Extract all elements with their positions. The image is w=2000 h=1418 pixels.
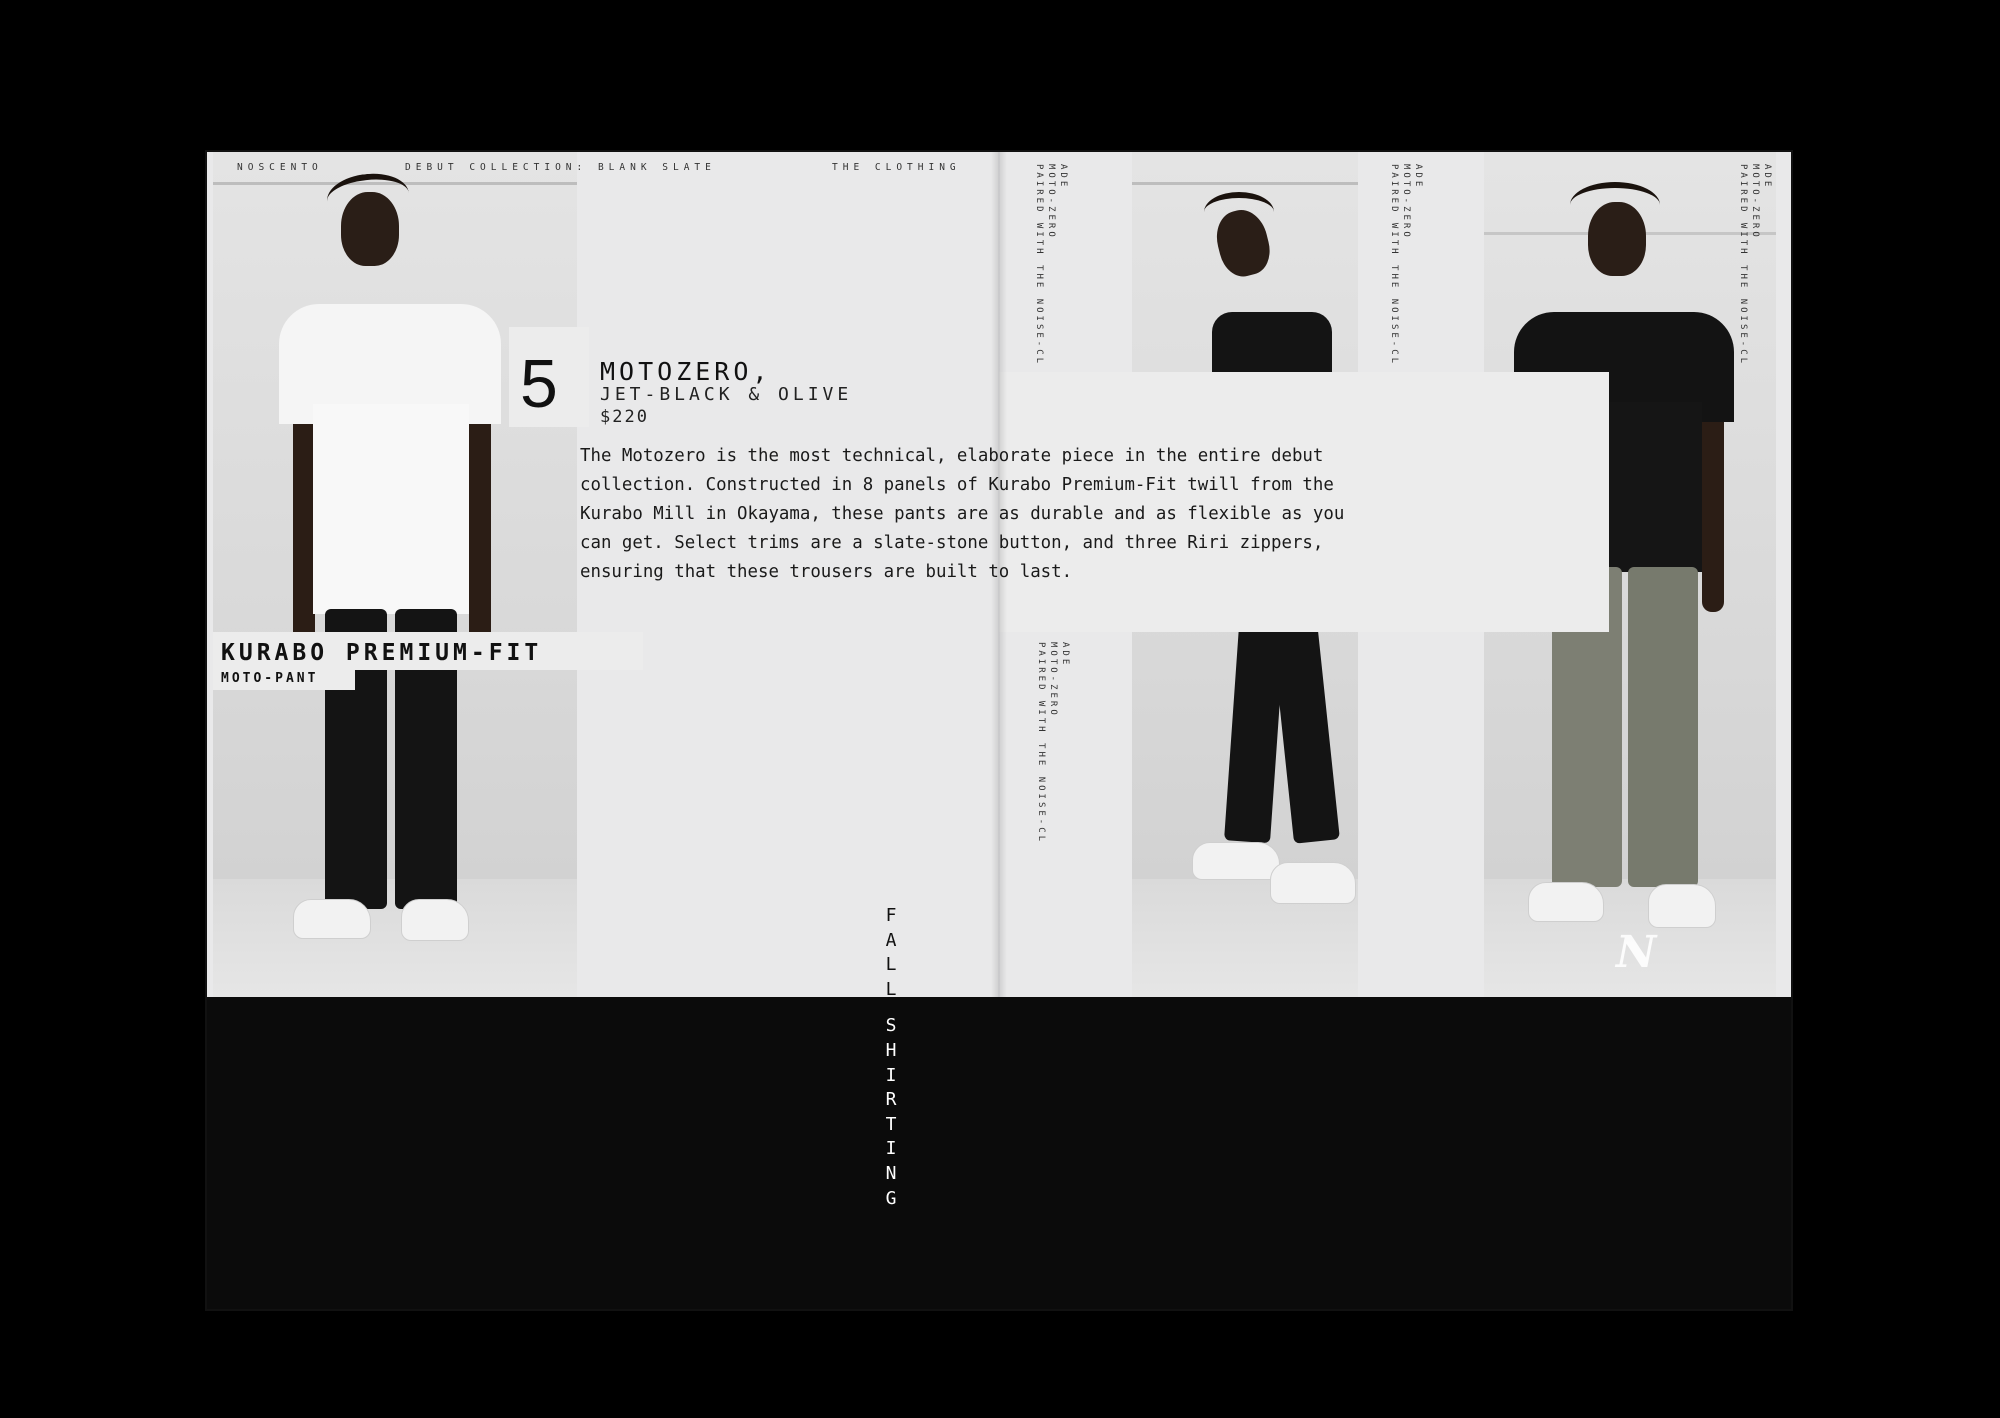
caption-pairing: PAIRED WITH THE NOISE-CL: [1034, 164, 1044, 367]
caption-vertical-3: ADE: [1412, 164, 1423, 189]
side-text-letter: F: [885, 905, 897, 926]
caption-vertical-4c: PAIRED WITH THE NOISE-CL: [1737, 164, 1748, 366]
product-colors: JET-BLACK & OLIVE: [600, 384, 853, 405]
caption-pairing: PAIRED WITH THE NOISE-CL: [1036, 642, 1046, 845]
header-collection: DEBUT COLLECTION: BLANK SLATE: [405, 162, 716, 173]
caption-product: MOTO-ZERO: [1401, 164, 1411, 240]
side-text-letter: N: [885, 1162, 897, 1184]
label-fabric: KURABO PREMIUM-FIT: [221, 640, 543, 666]
magazine-spread: NOSCENTO DEBUT COLLECTION: BLANK SLATE T…: [207, 152, 1791, 1309]
photo-model-white-tee: [213, 152, 577, 997]
header-section: THE CLOTHING: [832, 162, 961, 173]
product-price: $220: [600, 407, 649, 427]
caption-vertical-2c: PAIRED WITH THE NOISE-CL: [1035, 642, 1046, 844]
caption-vertical-1b: MOTO-ZERO: [1045, 164, 1056, 240]
caption-product: MOTO-ZERO: [1048, 642, 1058, 718]
caption-vertical-4: ADE: [1761, 164, 1772, 189]
side-text-letter: I: [885, 1064, 897, 1086]
caption-product: MOTO-ZERO: [1046, 164, 1056, 240]
caption-vertical-3c: PAIRED WITH THE NOISE-CL: [1388, 164, 1399, 366]
side-text-letter: G: [885, 1187, 897, 1209]
caption-name: ADE: [1762, 164, 1772, 190]
side-text-fall-shirting: FALLSHIRTING: [879, 904, 903, 1211]
side-text-letter: R: [885, 1089, 897, 1111]
caption-name: ADE: [1058, 164, 1068, 190]
caption-vertical-1: ADE: [1057, 164, 1068, 189]
side-text-letter: T: [885, 1113, 897, 1135]
caption-pairing: PAIRED WITH THE NOISE-CL: [1389, 164, 1399, 367]
product-number: 5: [520, 346, 558, 422]
product-title: MOTOZERO,: [600, 357, 772, 386]
caption-vertical-2b: MOTO-ZERO: [1047, 642, 1058, 718]
label-type: MOTO-PANT: [221, 671, 319, 686]
n-monogram-icon: N: [1616, 927, 1657, 978]
caption-name: ADE: [1060, 642, 1070, 668]
caption-name: ADE: [1413, 164, 1423, 190]
caption-vertical-3b: MOTO-ZERO: [1400, 164, 1411, 240]
caption-pairing: PAIRED WITH THE NOISE-CL: [1738, 164, 1748, 367]
caption-vertical-2: ADE: [1059, 642, 1070, 667]
side-text-letter: H: [885, 1039, 897, 1061]
side-text-letter: I: [885, 1138, 897, 1160]
caption-product: MOTO-ZERO: [1750, 164, 1760, 240]
side-text-letter: L: [885, 978, 897, 1000]
caption-vertical-1c: PAIRED WITH THE NOISE-CL: [1033, 164, 1044, 366]
caption-vertical-4b: MOTO-ZERO: [1749, 164, 1760, 240]
side-text-letter: L: [885, 954, 897, 976]
header-brand: NOSCENTO: [237, 162, 323, 173]
side-text-letter: A: [885, 929, 897, 951]
side-text-letter: S: [885, 1015, 897, 1037]
